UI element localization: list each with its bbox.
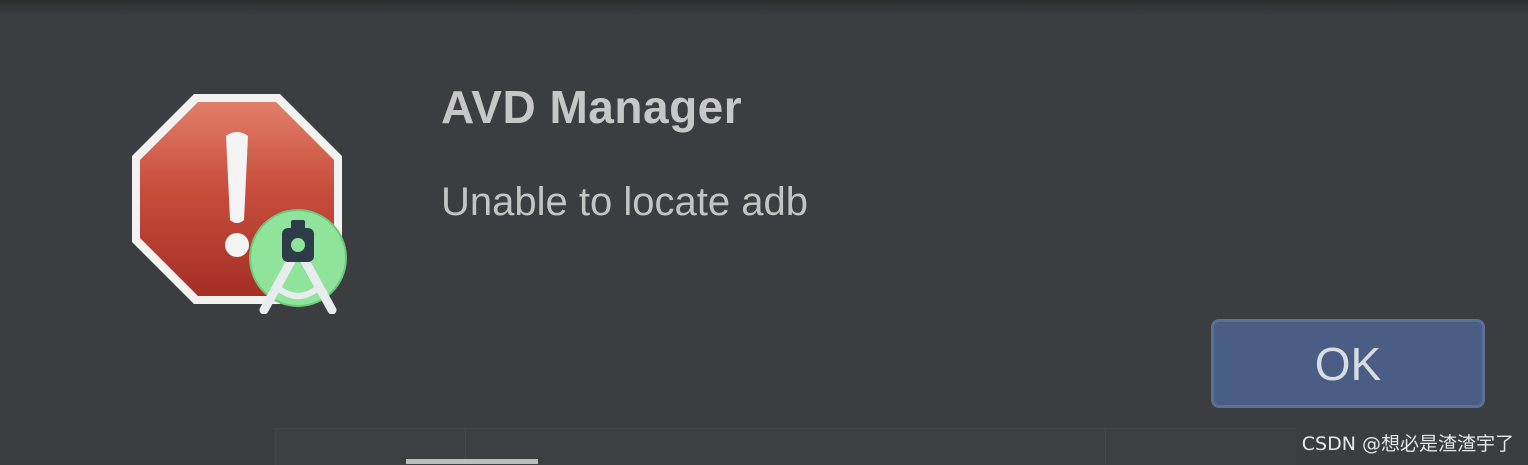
dialog-title: AVD Manager (441, 81, 743, 133)
alert-dialog: AVD Manager Unable to locate adb OK CSDN… (0, 0, 1528, 465)
background-divider (1105, 428, 1106, 464)
background-tab (406, 459, 538, 464)
dialog-message: Unable to locate adb (441, 180, 808, 224)
watermark: CSDN @想必是渣渣宇了 (1301, 433, 1514, 455)
error-stop-sign-icon (128, 92, 350, 315)
ok-button[interactable]: OK (1211, 319, 1485, 408)
window-top-edge (0, 0, 1528, 16)
